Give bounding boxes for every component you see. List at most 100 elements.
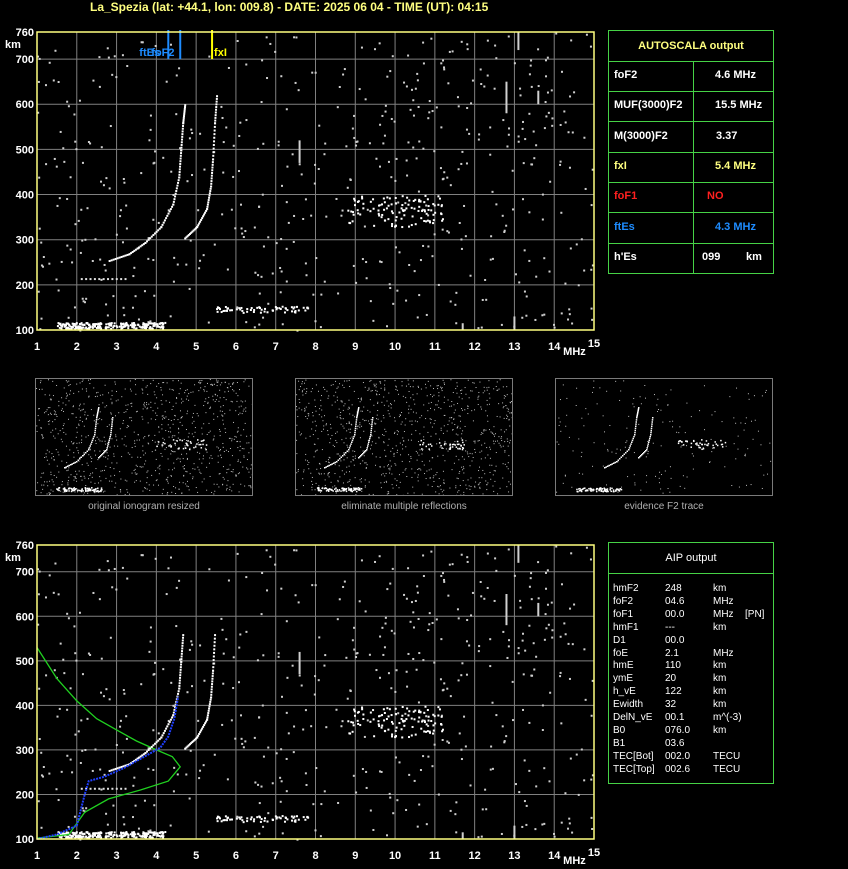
thumb-noise-point (222, 446, 224, 448)
noise-point (517, 135, 520, 138)
thumb-noise-point (173, 485, 175, 487)
thumb-cluster-point (203, 439, 205, 441)
thumb-noise-point (137, 456, 139, 458)
e-layer-point (115, 834, 118, 837)
thumb-noise-point (483, 429, 485, 431)
thumb-cluster-point (685, 440, 687, 442)
thumb-noise-point (744, 454, 746, 456)
noise-point (543, 257, 546, 260)
thumb-noise-point (467, 405, 469, 407)
thumb-cluster-point (462, 441, 464, 444)
noise-point (67, 316, 70, 319)
thumb-noise-point (304, 407, 306, 409)
thumb-noise-point (327, 397, 329, 399)
noise-point (456, 608, 459, 611)
thumb-noise-point (194, 431, 196, 433)
thumb-noise-point (225, 449, 227, 451)
noise-point (315, 257, 318, 260)
noise-point (553, 326, 556, 329)
thumb-noise-point (376, 390, 378, 392)
noise-point (415, 668, 418, 671)
thumb-noise-point (68, 476, 70, 478)
thumb-noise-point (346, 444, 348, 446)
thumb-trace-point (370, 427, 373, 430)
cluster-point (398, 722, 401, 725)
thumb-noise-point (616, 448, 618, 450)
noise-point (242, 746, 245, 749)
thumb-noise-point (239, 441, 241, 443)
thumb-noise-point (372, 493, 374, 495)
cluster-point (394, 735, 397, 738)
thumb-band-point (91, 487, 93, 489)
noise-point (513, 62, 516, 65)
thumb-noise-point (217, 461, 219, 463)
thumb-noise-point (417, 441, 419, 443)
thumb-noise-point (111, 401, 113, 403)
thumb-noise-point (721, 421, 723, 423)
thumb-noise-point (361, 410, 363, 412)
thumb-noise-point (394, 420, 396, 422)
thumb-noise-point (502, 477, 504, 479)
thumb-noise-point (443, 402, 445, 404)
thumb-noise-point (699, 410, 701, 412)
thumb-noise-point (504, 450, 506, 452)
noise-point (524, 649, 527, 652)
thumb-noise-point (374, 423, 376, 425)
thumb-noise-point (348, 471, 350, 473)
thumb-noise-point (665, 394, 667, 396)
noise-point (548, 270, 551, 273)
thumb-noise-point (474, 409, 476, 411)
cluster-point (403, 724, 406, 727)
cluster-point (440, 205, 443, 208)
noise-point (428, 100, 431, 103)
thumb-noise-point (350, 461, 352, 463)
e-layer-point (141, 835, 144, 838)
thumb-noise-point (216, 446, 218, 448)
noise-point (123, 181, 126, 184)
noise-point (529, 577, 532, 580)
thumb-noise-point (409, 461, 411, 463)
thumb-noise-point (652, 442, 654, 444)
thumb-noise-point (49, 420, 51, 422)
noise-point (468, 644, 471, 647)
noise-point (38, 687, 41, 690)
lower-echo-point (111, 787, 114, 790)
noise-point (422, 62, 425, 65)
cluster-point (434, 722, 437, 725)
thumb-noise-point (99, 394, 101, 396)
thumb-noise-point (52, 481, 54, 483)
thumb-noise-point (737, 448, 739, 450)
noise-point (152, 729, 155, 732)
thumb-noise-point (459, 484, 461, 486)
thumb-noise-point (477, 396, 479, 398)
noise-point (543, 767, 546, 770)
thumb-noise-point (142, 445, 144, 447)
thumb-band-point (74, 488, 77, 491)
noise-point (293, 549, 296, 552)
lower-echo-point (89, 278, 92, 281)
thumb-noise-point (58, 471, 60, 473)
noise-point (140, 41, 143, 44)
thumb-noise-point (407, 492, 409, 494)
evidence-f2-thumbnail (555, 378, 773, 496)
e-layer-point (141, 326, 144, 329)
x-trace-point (212, 147, 215, 150)
e-layer-point (137, 832, 140, 835)
thumb-noise-point (111, 462, 113, 464)
thumb-noise-point (371, 441, 373, 443)
thumb-noise-point (323, 415, 325, 417)
noise-point (491, 767, 494, 770)
thumb-noise-point (353, 390, 355, 392)
thumb-noise-point (248, 385, 250, 387)
cluster-point (406, 707, 409, 710)
thumb-noise-point (729, 396, 731, 398)
noise-point (449, 695, 452, 698)
es-second-point (284, 307, 287, 310)
thumb-noise-point (414, 420, 416, 422)
thumb-noise-point (81, 442, 83, 444)
e-layer-point (159, 831, 162, 834)
thumb-band-point (598, 489, 600, 492)
thumb-noise-point (245, 410, 247, 412)
thumb-noise-point (477, 440, 479, 442)
noise-point (140, 172, 143, 175)
